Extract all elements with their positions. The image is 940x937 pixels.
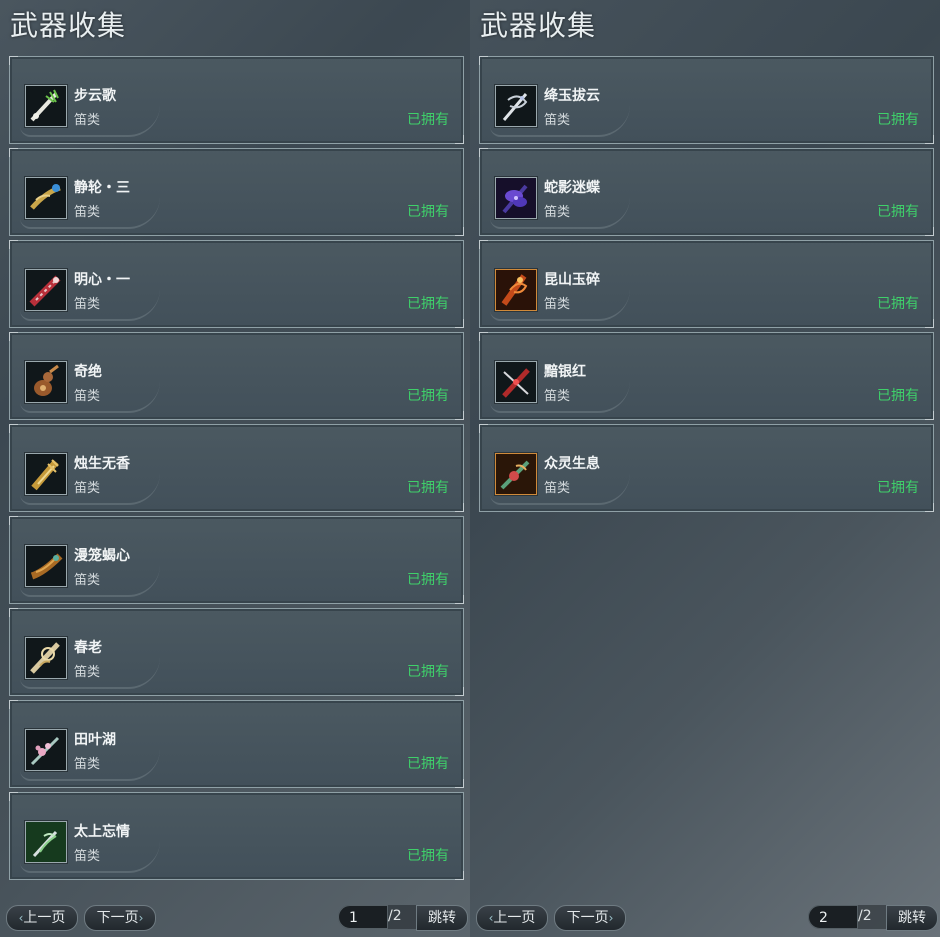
- weapon-card[interactable]: 蛇影迷蝶 笛类 已拥有: [479, 148, 934, 236]
- weapon-name: 太上忘情: [74, 824, 130, 840]
- weapon-name: 众灵生息: [544, 456, 600, 472]
- weapon-type: 笛类: [74, 389, 101, 404]
- prev-page-label: 上一页: [493, 910, 536, 926]
- weapon-card[interactable]: 奇绝 笛类 已拥有: [9, 332, 464, 420]
- weapon-card[interactable]: 黯银红 笛类 已拥有: [479, 332, 934, 420]
- next-page-button[interactable]: 下一页›: [554, 905, 626, 931]
- owned-status: 已拥有: [877, 480, 919, 496]
- owned-status: 已拥有: [407, 664, 449, 680]
- chevron-right-icon: ›: [138, 911, 144, 925]
- weapon-type: 笛类: [74, 757, 101, 772]
- flute-green-white-icon: [25, 85, 67, 127]
- jump-button[interactable]: 跳转: [416, 905, 468, 931]
- weapon-name: 春老: [74, 640, 102, 656]
- weapon-card[interactable]: 步云歌 笛类 已拥有: [9, 56, 464, 144]
- weapon-collection-panel-right: 武器收集 绛玉拔云 笛类 已拥有 蛇影迷蝶 笛类 已拥有 昆山玉碎 笛类 已拥有…: [470, 0, 940, 937]
- weapon-list: 绛玉拔云 笛类 已拥有 蛇影迷蝶 笛类 已拥有 昆山玉碎 笛类 已拥有 黯银红 …: [479, 56, 934, 516]
- next-page-label: 下一页: [96, 910, 139, 926]
- weapon-name: 昆山玉碎: [544, 272, 600, 288]
- owned-status: 已拥有: [407, 296, 449, 312]
- weapon-name: 烛生无香: [74, 456, 130, 472]
- weapon-type: 笛类: [74, 849, 101, 864]
- prev-page-button[interactable]: ‹上一页: [476, 905, 548, 931]
- prev-page-button[interactable]: ‹上一页: [6, 905, 78, 931]
- owned-status: 已拥有: [877, 204, 919, 220]
- weapon-card[interactable]: 明心・一 笛类 已拥有: [9, 240, 464, 328]
- weapon-name: 静轮・三: [74, 180, 130, 196]
- weapon-type: 笛类: [544, 113, 571, 128]
- weapon-card[interactable]: 众灵生息 笛类 已拥有: [479, 424, 934, 512]
- weapon-name: 奇绝: [74, 364, 102, 380]
- owned-status: 已拥有: [877, 112, 919, 128]
- jump-button[interactable]: 跳转: [886, 905, 938, 931]
- weapon-type: 笛类: [74, 113, 101, 128]
- flute-green-silver-icon: [25, 821, 67, 863]
- prev-page-label: 上一页: [23, 910, 66, 926]
- weapon-card[interactable]: 烛生无香 笛类 已拥有: [9, 424, 464, 512]
- weapon-name: 步云歌: [74, 88, 116, 104]
- owned-status: 已拥有: [407, 756, 449, 772]
- weapon-name: 漫笼蝎心: [74, 548, 130, 564]
- page-total: /2: [388, 908, 402, 924]
- weapon-type: 笛类: [74, 205, 101, 220]
- weapon-type: 笛类: [544, 481, 571, 496]
- weapon-card[interactable]: 田叶湖 笛类 已拥有: [9, 700, 464, 788]
- owned-status: 已拥有: [407, 480, 449, 496]
- flute-orange-green-icon: [495, 453, 537, 495]
- flute-bronze-icon: [25, 545, 67, 587]
- flute-gourd-icon: [25, 361, 67, 403]
- weapon-name: 绛玉拔云: [544, 88, 600, 104]
- weapon-type: 笛类: [74, 481, 101, 496]
- weapon-card[interactable]: 绛玉拔云 笛类 已拥有: [479, 56, 934, 144]
- weapon-name: 田叶湖: [74, 732, 116, 748]
- chevron-right-icon: ›: [608, 911, 614, 925]
- page-total: /2: [858, 908, 872, 924]
- panel-title: 武器收集: [480, 9, 597, 42]
- flute-red-silver-icon: [495, 361, 537, 403]
- next-page-label: 下一页: [566, 910, 609, 926]
- flute-silver-icon: [495, 85, 537, 127]
- weapon-card[interactable]: 昆山玉碎 笛类 已拥有: [479, 240, 934, 328]
- next-page-button[interactable]: 下一页›: [84, 905, 156, 931]
- flute-gold-blue-icon: [25, 177, 67, 219]
- flute-cream-icon: [25, 637, 67, 679]
- flute-red-icon: [25, 269, 67, 311]
- flute-orange-dragon-icon: [495, 269, 537, 311]
- weapon-name: 明心・一: [74, 272, 130, 288]
- weapon-type: 笛类: [74, 297, 101, 312]
- flute-gold-icon: [25, 453, 67, 495]
- page-number-input[interactable]: 1: [338, 905, 388, 929]
- page-number-input[interactable]: 2: [808, 905, 858, 929]
- owned-status: 已拥有: [407, 848, 449, 864]
- weapon-type: 笛类: [544, 205, 571, 220]
- weapon-card[interactable]: 漫笼蝎心 笛类 已拥有: [9, 516, 464, 604]
- weapon-collection-panel-left: 武器收集 步云歌 笛类 已拥有 静轮・三 笛类 已拥有 明心・一 笛类 已拥有 …: [0, 0, 470, 937]
- weapon-type: 笛类: [74, 665, 101, 680]
- owned-status: 已拥有: [407, 112, 449, 128]
- weapon-type: 笛类: [74, 573, 101, 588]
- weapon-card[interactable]: 太上忘情 笛类 已拥有: [9, 792, 464, 880]
- panel-title: 武器收集: [10, 9, 127, 42]
- owned-status: 已拥有: [407, 572, 449, 588]
- owned-status: 已拥有: [407, 388, 449, 404]
- owned-status: 已拥有: [877, 388, 919, 404]
- weapon-card[interactable]: 静轮・三 笛类 已拥有: [9, 148, 464, 236]
- weapon-name: 蛇影迷蝶: [544, 180, 600, 196]
- weapon-list: 步云歌 笛类 已拥有 静轮・三 笛类 已拥有 明心・一 笛类 已拥有 奇绝 笛类…: [9, 56, 464, 884]
- flute-purple-butterfly-icon: [495, 177, 537, 219]
- owned-status: 已拥有: [407, 204, 449, 220]
- flute-pink-flower-icon: [25, 729, 67, 771]
- weapon-card[interactable]: 春老 笛类 已拥有: [9, 608, 464, 696]
- weapon-type: 笛类: [544, 297, 571, 312]
- weapon-name: 黯银红: [544, 364, 586, 380]
- weapon-type: 笛类: [544, 389, 571, 404]
- owned-status: 已拥有: [877, 296, 919, 312]
